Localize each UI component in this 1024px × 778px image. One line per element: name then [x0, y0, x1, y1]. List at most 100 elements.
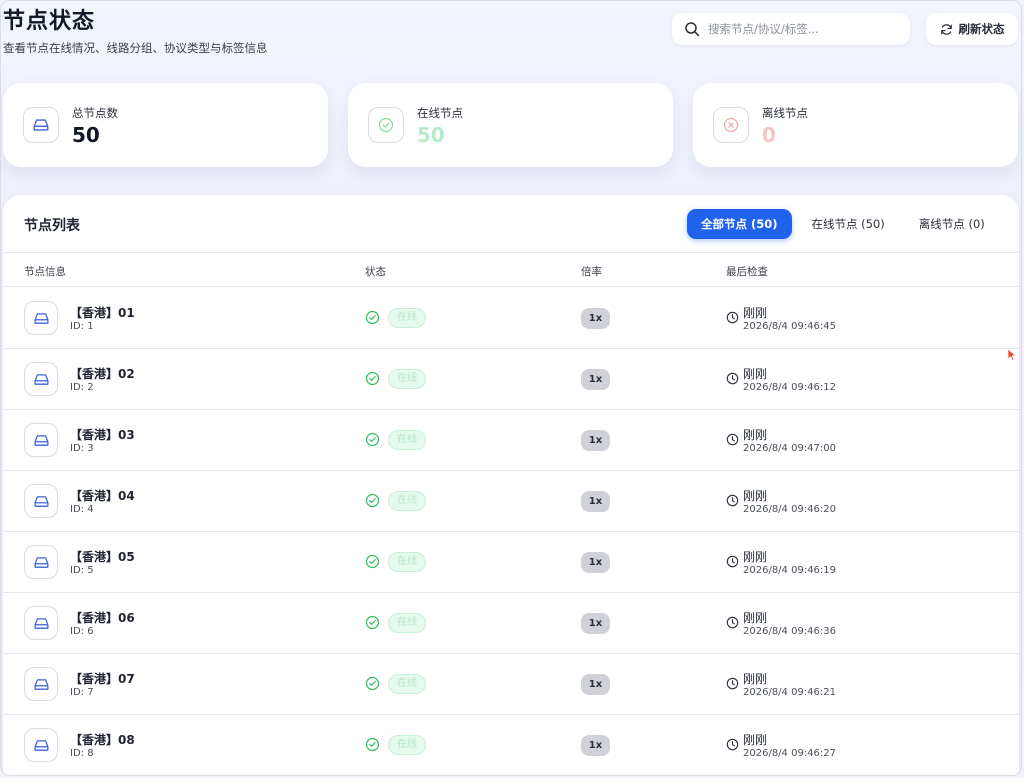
check-circle-icon	[365, 554, 380, 569]
stat-card-total: 总节点数 50	[3, 83, 328, 167]
server-icon	[33, 373, 49, 385]
x-circle-icon	[723, 117, 739, 133]
node-name: 【香港】08	[70, 733, 135, 747]
search-icon	[685, 22, 700, 37]
last-check-relative: 刚刚	[743, 672, 768, 686]
server-icon	[33, 556, 49, 568]
rate-badge: 1x	[581, 613, 610, 634]
status-badge: 在线	[388, 674, 426, 694]
node-id: ID: 3	[70, 443, 94, 454]
last-check-relative: 刚刚	[743, 611, 768, 625]
table-row[interactable]: 【香港】07 ID: 7 在线 1x 刚刚 2026/8/4 09:46:21	[3, 654, 1019, 715]
table-row[interactable]: 【香港】05 ID: 5 在线 1x 刚刚 2026/8/4 09:46:19	[3, 532, 1019, 593]
tab-offline-nodes[interactable]: 离线节点 (0)	[905, 209, 999, 239]
table-row[interactable]: 【香港】02 ID: 2 在线 1x 刚刚 2026/8/4 09:46:12	[3, 349, 1019, 410]
last-check-timestamp: 2026/8/4 09:46:12	[743, 382, 837, 393]
rate-badge: 1x	[581, 552, 610, 573]
server-icon	[33, 739, 49, 751]
refresh-label: 刷新状态	[958, 22, 1005, 36]
refresh-button[interactable]: 刷新状态	[926, 13, 1018, 45]
node-id: ID: 7	[70, 687, 94, 698]
table-row[interactable]: 【香港】04 ID: 4 在线 1x 刚刚 2026/8/4 09:46:20	[3, 471, 1019, 532]
clock-icon	[726, 311, 739, 324]
last-check-relative: 刚刚	[743, 489, 768, 503]
node-id: ID: 5	[70, 565, 94, 576]
table-row[interactable]: 【香港】06 ID: 6 在线 1x 刚刚 2026/8/4 09:46:36	[3, 593, 1019, 654]
table-row[interactable]: 【香港】03 ID: 3 在线 1x 刚刚 2026/8/4 09:47:00	[3, 410, 1019, 471]
table-row[interactable]: 【香港】08 ID: 8 在线 1x 刚刚 2026/8/4 09:46:27	[3, 715, 1019, 775]
server-icon	[33, 119, 49, 131]
check-circle-icon	[365, 615, 380, 630]
last-check-relative: 刚刚	[743, 428, 768, 442]
search-box[interactable]	[672, 13, 910, 45]
node-name: 【香港】07	[70, 672, 135, 686]
table-row[interactable]: 【香港】01 ID: 1 在线 1x 刚刚 2026/8/4 09:46:45	[3, 288, 1019, 349]
last-check-timestamp: 2026/8/4 09:46:20	[743, 504, 837, 515]
node-id: ID: 8	[70, 748, 94, 759]
last-check-timestamp: 2026/8/4 09:46:27	[743, 748, 837, 759]
clock-icon	[726, 555, 739, 568]
check-circle-icon	[365, 737, 380, 752]
rate-badge: 1x	[581, 735, 610, 756]
stat-value: 0	[762, 123, 776, 147]
last-check-relative: 刚刚	[743, 550, 768, 564]
node-name: 【香港】05	[70, 550, 135, 564]
tab-online-nodes[interactable]: 在线节点 (50)	[798, 209, 899, 239]
status-badge: 在线	[388, 552, 426, 572]
check-circle-icon	[365, 676, 380, 691]
clock-icon	[726, 616, 739, 629]
tab-all-nodes[interactable]: 全部节点 (50)	[687, 209, 792, 239]
check-circle-icon	[365, 493, 380, 508]
server-icon	[33, 617, 49, 629]
last-check-timestamp: 2026/8/4 09:46:45	[743, 321, 837, 332]
last-check-timestamp: 2026/8/4 09:46:36	[743, 626, 837, 637]
stat-label: 总节点数	[72, 106, 118, 120]
stat-value: 50	[72, 123, 100, 147]
stat-value: 50	[417, 123, 445, 147]
column-header-last-check: 最后检查	[726, 266, 768, 278]
column-header-node-info: 节点信息	[24, 266, 66, 278]
status-badge: 在线	[388, 369, 426, 389]
list-title: 节点列表	[24, 218, 80, 234]
filter-tabs: 全部节点 (50) 在线节点 (50) 离线节点 (0)	[687, 209, 999, 239]
server-icon	[33, 312, 49, 324]
clock-icon	[726, 372, 739, 385]
mouse-cursor-icon	[1007, 348, 1017, 362]
node-name: 【香港】06	[70, 611, 135, 625]
search-input[interactable]	[708, 22, 898, 36]
stat-label: 在线节点	[417, 106, 463, 120]
status-badge: 在线	[388, 613, 426, 633]
column-header-rate: 倍率	[581, 266, 602, 278]
column-header-status: 状态	[365, 266, 386, 278]
rate-badge: 1x	[581, 369, 610, 390]
node-id: ID: 4	[70, 504, 94, 515]
last-check-timestamp: 2026/8/4 09:46:21	[743, 687, 837, 698]
status-badge: 在线	[388, 308, 426, 328]
node-name: 【香港】04	[70, 489, 135, 503]
rate-badge: 1x	[581, 430, 610, 451]
node-id: ID: 2	[70, 382, 94, 393]
node-list-panel: 节点列表 全部节点 (50) 在线节点 (50) 离线节点 (0) 节点信息 状…	[3, 195, 1019, 775]
refresh-icon	[940, 23, 952, 35]
rate-badge: 1x	[581, 308, 610, 329]
table-header: 节点信息 状态 倍率 最后检查	[3, 252, 1019, 287]
last-check-relative: 刚刚	[743, 367, 768, 381]
status-badge: 在线	[388, 491, 426, 511]
status-badge: 在线	[388, 430, 426, 450]
clock-icon	[726, 677, 739, 690]
clock-icon	[726, 433, 739, 446]
node-name: 【香港】02	[70, 367, 135, 381]
node-name: 【香港】03	[70, 428, 135, 442]
check-circle-icon	[365, 310, 380, 325]
stat-card-online: 在线节点 50	[348, 83, 673, 167]
stat-card-offline: 离线节点 0	[693, 83, 1018, 167]
server-icon	[33, 495, 49, 507]
node-name: 【香港】01	[70, 306, 135, 320]
page-title: 节点状态	[3, 9, 96, 34]
rate-badge: 1x	[581, 491, 610, 512]
check-circle-icon	[378, 117, 394, 133]
status-badge: 在线	[388, 735, 426, 755]
last-check-timestamp: 2026/8/4 09:46:19	[743, 565, 837, 576]
check-circle-icon	[365, 432, 380, 447]
node-id: ID: 1	[70, 321, 94, 332]
